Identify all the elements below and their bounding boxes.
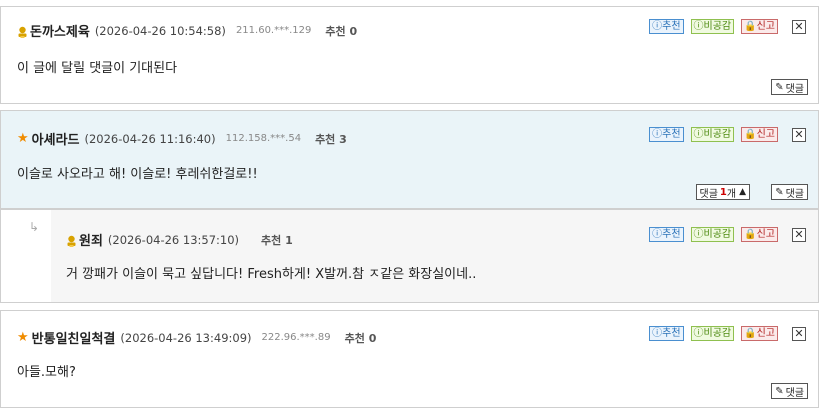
upvote-button[interactable]: ⓘ추천 — [649, 227, 684, 242]
comment-author[interactable]: 반통일친일척결 — [32, 328, 116, 347]
comment-author[interactable]: 돈까스제육 — [30, 21, 90, 40]
reply-button[interactable]: ✎ 댓글 — [771, 184, 808, 200]
recommend-count: 3 — [339, 132, 347, 146]
comment-recommend: 추천 0 — [345, 330, 377, 346]
comment-ip: 112.158.***.54 — [225, 133, 302, 144]
star-icon: ★ — [17, 131, 29, 146]
comment-text: 이 글에 달릴 댓글이 기대된다 — [17, 61, 178, 76]
upvote-button[interactable]: ⓘ추천 — [649, 19, 684, 34]
comment-header: 원죄 (2026-04-26 13:57:10) 추천 1 — [66, 230, 293, 249]
comment-actions: ⓘ추천 ⓘ비공감 🔒신고 ✕ — [642, 227, 806, 242]
close-icon[interactable]: ✕ — [792, 227, 806, 242]
comment-text: 아들.모해? — [17, 365, 76, 380]
comment-date: (2026-04-26 10:54:58) — [94, 23, 226, 38]
reply-count-label: 댓글 — [699, 188, 718, 200]
comment-author[interactable]: 원죄 — [79, 230, 103, 249]
comment-actions: ⓘ추천 ⓘ비공감 🔒신고 ✕ — [642, 19, 806, 34]
recommend-label: 추천 — [325, 24, 346, 38]
reply-comment-item: ↳ 원죄 (2026-04-26 13:57:10) 추천 1 ⓘ추천 ⓘ비공감… — [0, 209, 819, 303]
reply-count-unit: 개 — [726, 188, 737, 200]
recommend-label: 추천 — [261, 233, 282, 247]
comment-item: 돈까스제육 (2026-04-26 10:54:58) 211.60.***.1… — [0, 6, 819, 104]
reply-count-number: 1 — [719, 186, 727, 198]
star-icon: ★ — [17, 330, 29, 345]
recommend-count: 0 — [349, 24, 358, 38]
comment-author[interactable]: 아셰라드 — [32, 129, 80, 148]
comment-actions: ⓘ추천 ⓘ비공감 🔒신고 ✕ — [642, 127, 806, 142]
user-level-icon — [18, 26, 27, 38]
comment-date: (2026-04-26 11:16:40) — [84, 131, 216, 146]
comment-header: ★ 아셰라드 (2026-04-26 11:16:40) 112.158.***… — [17, 129, 347, 148]
report-button[interactable]: 🔒신고 — [741, 326, 778, 341]
reply-arrow-icon: ↳ — [29, 220, 40, 234]
downvote-button[interactable]: ⓘ비공감 — [690, 227, 735, 242]
comment-text: 이슬로 사오라고 해! 이슬로! 후레쉬한걸로!! — [17, 167, 258, 182]
upvote-button[interactable]: ⓘ추천 — [649, 326, 684, 341]
triangle-up-icon: ▲ — [739, 187, 746, 197]
close-icon[interactable]: ✕ — [792, 127, 806, 142]
comment-header: ★ 반통일친일척결 (2026-04-26 13:49:09) 222.96.*… — [17, 328, 376, 347]
reply-button-label: 댓글 — [785, 188, 804, 200]
pencil-icon: ✎ — [775, 81, 784, 93]
close-icon[interactable]: ✕ — [792, 326, 806, 341]
pencil-icon: ✎ — [775, 385, 784, 397]
comment-text: 거 깡패가 이슬이 묵고 싶답니다! Fresh하게! X발꺼.참 ㅈ같은 화장… — [66, 267, 477, 282]
reply-button[interactable]: ✎ 댓글 — [771, 383, 808, 399]
reply-button-label: 댓글 — [785, 387, 804, 399]
report-button[interactable]: 🔒신고 — [741, 227, 778, 242]
report-button[interactable]: 🔒신고 — [741, 19, 778, 34]
comment-recommend: 추천 1 — [261, 232, 293, 248]
recommend-label: 추천 — [344, 331, 365, 345]
upvote-button[interactable]: ⓘ추천 — [649, 127, 684, 142]
comment-ip: 222.96.***.89 — [261, 332, 331, 343]
close-icon[interactable]: ✕ — [792, 19, 806, 34]
pencil-icon: ✎ — [775, 186, 784, 198]
comment-recommend: 추천 0 — [325, 23, 357, 39]
recommend-count: 1 — [285, 233, 293, 247]
reply-button-label: 댓글 — [785, 83, 804, 95]
recommend-count: 0 — [368, 331, 377, 345]
downvote-button[interactable]: ⓘ비공감 — [690, 19, 735, 34]
comment-recommend: 추천 3 — [315, 131, 347, 147]
comment-item: ★ 반통일친일척결 (2026-04-26 13:49:09) 222.96.*… — [0, 310, 819, 408]
comment-actions: ⓘ추천 ⓘ비공감 🔒신고 ✕ — [642, 326, 806, 341]
comment-header: 돈까스제육 (2026-04-26 10:54:58) 211.60.***.1… — [17, 21, 357, 40]
comment-date: (2026-04-26 13:57:10) — [107, 232, 240, 247]
recommend-label: 추천 — [315, 132, 336, 146]
comment-item: ★ 아셰라드 (2026-04-26 11:16:40) 112.158.***… — [0, 110, 819, 209]
user-level-icon — [67, 235, 76, 247]
comment-date: (2026-04-26 13:49:09) — [120, 330, 252, 345]
comment-ip: 211.60.***.129 — [235, 25, 312, 36]
reply-button[interactable]: ✎ 댓글 — [771, 79, 808, 95]
reply-body: 원죄 (2026-04-26 13:57:10) 추천 1 ⓘ추천 ⓘ비공감 🔒… — [51, 210, 818, 302]
report-button[interactable]: 🔒신고 — [741, 127, 778, 142]
downvote-button[interactable]: ⓘ비공감 — [690, 127, 735, 142]
reply-count-toggle[interactable]: 댓글 1 개 ▲ — [695, 184, 750, 200]
downvote-button[interactable]: ⓘ비공감 — [690, 326, 735, 341]
